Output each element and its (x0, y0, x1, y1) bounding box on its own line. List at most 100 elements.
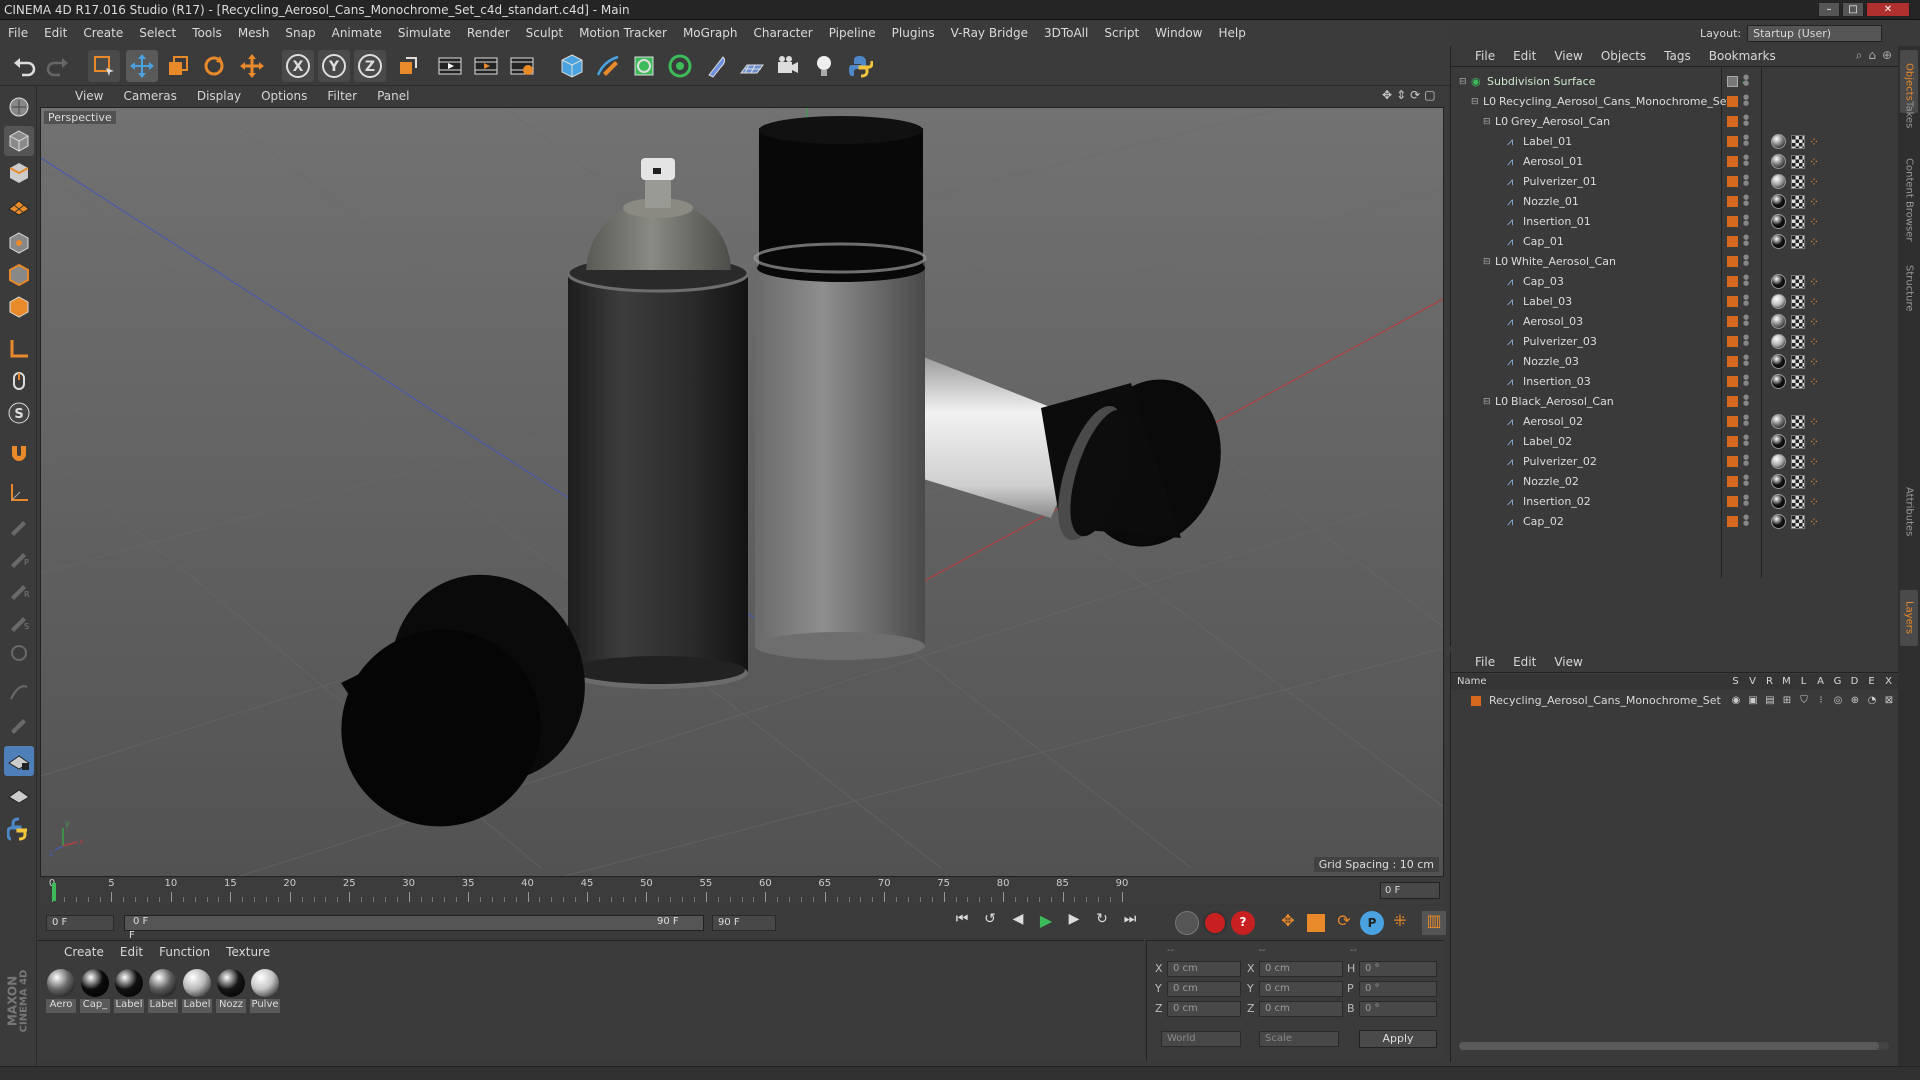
key-parameter-icon[interactable]: P (1360, 911, 1384, 935)
material-tag-icon[interactable] (1771, 294, 1786, 309)
scale-tool-icon[interactable] (162, 50, 194, 82)
uvw-tag-icon[interactable] (1791, 215, 1805, 229)
layer-color-icon[interactable] (1727, 396, 1738, 407)
viewport-menu-view[interactable]: View (66, 89, 112, 103)
layer-toggle-icon[interactable]: ⛉ (1797, 692, 1811, 710)
rotate-tool-icon[interactable] (198, 50, 230, 82)
floor-environment-icon[interactable] (736, 50, 768, 82)
move-tool-icon[interactable] (126, 50, 158, 82)
scale-brush-icon[interactable]: S (4, 606, 34, 636)
phong-tag-icon[interactable]: ⁘ (1809, 455, 1823, 469)
visibility-dots-icon[interactable]: ● ● (1743, 74, 1749, 90)
lock-workplane-icon[interactable] (4, 746, 34, 776)
orbit-view-icon[interactable]: ⟳ (1410, 88, 1420, 102)
visibility-dots-icon[interactable]: ● ● (1743, 294, 1749, 310)
spline-pen-icon[interactable] (592, 50, 624, 82)
uvw-tag-icon[interactable] (1791, 455, 1805, 469)
coordinate-mode-dropdown[interactable]: Scale (1259, 1031, 1339, 1047)
visibility-dots-icon[interactable]: ● ● (1743, 114, 1749, 130)
rotation-field[interactable]: 0 ° (1359, 1001, 1437, 1017)
object-row[interactable]: ⊟ L0 Black_Aerosol_Can ● ● (1451, 392, 1899, 412)
expand-toggle-icon[interactable]: ⊟ (1483, 392, 1491, 412)
toggle-view-icon[interactable]: ▢ (1424, 88, 1435, 102)
visibility-dots-icon[interactable]: ● ● (1743, 374, 1749, 390)
layer-toggle-icon[interactable]: ⊞ (1780, 692, 1794, 710)
pan-view-icon[interactable]: ✥ (1382, 88, 1392, 102)
magnet-icon[interactable] (4, 438, 34, 468)
deformer-icon[interactable] (700, 50, 732, 82)
menu-item-v-ray-bridge[interactable]: V-Ray Bridge (943, 26, 1036, 40)
weight-brush-icon[interactable] (4, 638, 34, 668)
layer-color-icon[interactable] (1727, 236, 1738, 247)
expand-toggle-icon[interactable]: ⊟ (1471, 92, 1479, 112)
material-tag-icon[interactable] (1771, 194, 1786, 209)
make-editable-icon[interactable] (4, 92, 34, 122)
position-field[interactable]: 0 cm (1167, 1001, 1241, 1017)
size-field[interactable]: 0 cm (1259, 961, 1343, 977)
layer-color-icon[interactable] (1727, 196, 1738, 207)
minimize-button[interactable]: – (1818, 2, 1840, 17)
phong-tag-icon[interactable]: ⁘ (1809, 315, 1823, 329)
layer-toggle-icon[interactable]: ⊕ (1848, 692, 1862, 710)
menu-item-animate[interactable]: Animate (324, 26, 390, 40)
object-row[interactable]: ⩘ Nozzle_02 ● ● ⁘ (1451, 472, 1899, 492)
phong-tag-icon[interactable]: ⁘ (1809, 415, 1823, 429)
visibility-dots-icon[interactable]: ● ● (1743, 154, 1749, 170)
object-row[interactable]: ⩘ Insertion_03 ● ● ⁘ (1451, 372, 1899, 392)
material-swatch[interactable]: Pulve (250, 967, 280, 1013)
phong-tag-icon[interactable]: ⁘ (1809, 335, 1823, 349)
viewport-menu-panel[interactable]: Panel (368, 89, 418, 103)
material-tag-icon[interactable] (1771, 494, 1786, 509)
phong-tag-icon[interactable]: ⁘ (1809, 295, 1823, 309)
position-field[interactable]: 0 cm (1167, 981, 1241, 997)
python-script-icon[interactable] (4, 814, 34, 844)
menu-item-create[interactable]: Create (75, 26, 131, 40)
object-row[interactable]: ⩘ Aerosol_03 ● ● ⁘ (1451, 312, 1899, 332)
playhead[interactable] (52, 883, 56, 901)
layout-dropdown[interactable]: Startup (User) (1747, 24, 1883, 42)
uvw-tag-icon[interactable] (1791, 355, 1805, 369)
next-keyframe-icon[interactable]: ↻ (1090, 911, 1114, 935)
object-row[interactable]: ⩘ Pulverizer_02 ● ● ⁘ (1451, 452, 1899, 472)
layer-color-icon[interactable] (1727, 276, 1738, 287)
layer-toggle-icon[interactable]: ◔ (1865, 692, 1879, 710)
maximize-button[interactable]: □ (1842, 2, 1864, 17)
menu-item-sculpt[interactable]: Sculpt (518, 26, 571, 40)
layer-color-icon[interactable] (1727, 476, 1738, 487)
timeline-window-icon[interactable]: ▥ (1422, 911, 1446, 935)
layer-color-icon[interactable] (1727, 416, 1738, 427)
layer-toggle-icon[interactable]: ◉ (1729, 692, 1743, 710)
edges-mode-icon[interactable] (4, 260, 34, 290)
render-settings-icon[interactable] (506, 50, 538, 82)
side-tab-takes[interactable]: Takes (1900, 90, 1918, 139)
rotation-field[interactable]: 0 ° (1359, 961, 1437, 977)
material-tag-icon[interactable] (1771, 334, 1786, 349)
visibility-dots-icon[interactable]: ● ● (1743, 494, 1749, 510)
objects-menu-edit[interactable]: Edit (1513, 49, 1536, 63)
objects-menu-tags[interactable]: Tags (1664, 49, 1691, 63)
flatten-brush-icon[interactable] (4, 708, 34, 738)
live-selection-icon[interactable] (88, 50, 120, 82)
current-frame-field[interactable]: 0 F (1380, 882, 1440, 899)
object-row[interactable]: ⩘ Label_03 ● ● ⁘ (1451, 292, 1899, 312)
material-tag-icon[interactable] (1771, 374, 1786, 389)
objects-menu-view[interactable]: View (1554, 49, 1582, 63)
menu-item-file[interactable]: File (0, 26, 36, 40)
coordinate-space-dropdown[interactable]: World (1161, 1031, 1241, 1047)
phong-tag-icon[interactable]: ⁘ (1809, 275, 1823, 289)
polygons-mode-icon[interactable] (4, 292, 34, 322)
visibility-dots-icon[interactable]: ● ● (1743, 414, 1749, 430)
record-keys-icon[interactable] (1175, 911, 1199, 935)
layer-toggle-icon[interactable]: ⊠ (1882, 692, 1896, 710)
object-row[interactable]: ⩘ Aerosol_02 ● ● ⁘ (1451, 412, 1899, 432)
key-pla-icon[interactable]: ⁜ (1388, 911, 1412, 935)
object-row[interactable]: ⩘ Nozzle_01 ● ● ⁘ (1451, 192, 1899, 212)
keyframe-selection-icon[interactable]: ? (1231, 911, 1255, 935)
light-icon[interactable] (808, 50, 840, 82)
layer-color-icon[interactable] (1727, 516, 1738, 527)
material-swatch[interactable]: Label (148, 967, 178, 1013)
axis-mode-icon[interactable] (4, 334, 34, 364)
next-frame-icon[interactable]: ▶ (1062, 911, 1086, 935)
visibility-dots-icon[interactable]: ● ● (1743, 194, 1749, 210)
layer-color-swatch[interactable] (1471, 696, 1481, 706)
